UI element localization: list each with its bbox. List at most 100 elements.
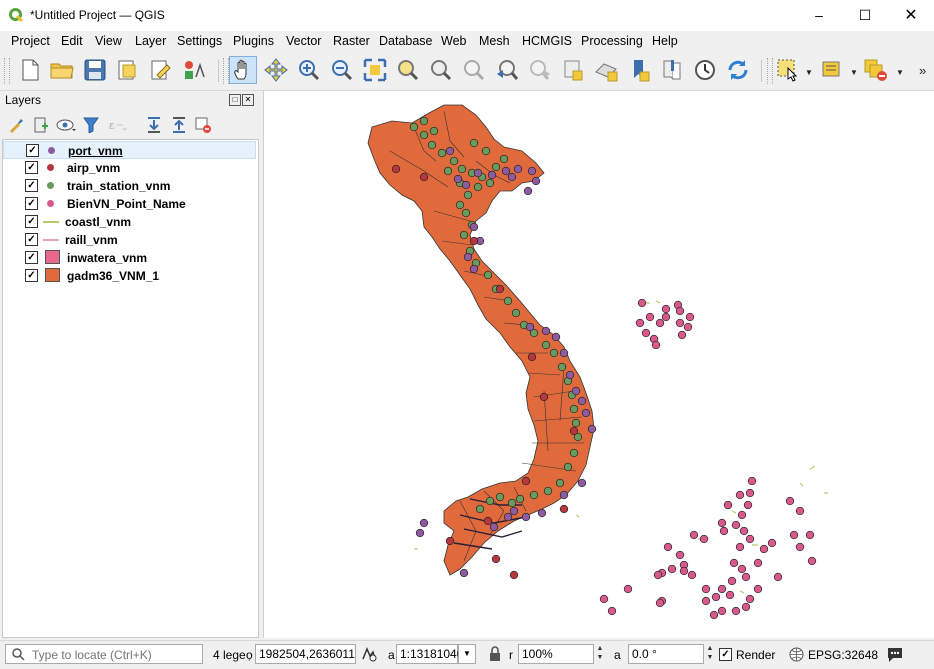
layer-visibility-checkbox[interactable]: ✓ — [25, 233, 38, 246]
close-button[interactable]: ✕ — [888, 0, 934, 31]
layer-row-gadm36-vnm-1[interactable]: ✓ gadm36_VNM_1 — [3, 267, 256, 285]
island-point-marker — [785, 496, 795, 506]
add-group-icon[interactable] — [31, 115, 51, 135]
port-point-marker — [487, 170, 497, 180]
menu-database[interactable]: Database — [379, 34, 433, 48]
pan-to-selection-icon[interactable] — [262, 56, 290, 84]
map-tips-icon[interactable] — [658, 56, 686, 84]
island-point-marker — [675, 306, 685, 316]
close-panel-icon[interactable]: ✕ — [242, 94, 254, 106]
island-point-marker — [711, 592, 721, 602]
island-point-marker — [745, 594, 755, 604]
filter-by-expression-icon[interactable]: ε — [108, 115, 128, 135]
zoom-full-icon[interactable] — [361, 56, 389, 84]
zoom-out-icon[interactable] — [328, 56, 356, 84]
globe-icon[interactable] — [789, 647, 804, 662]
train-point-marker — [449, 156, 459, 166]
layer-row-airp-vnm[interactable]: ✓ airp_vnm — [3, 159, 256, 177]
port-point-marker — [527, 166, 537, 176]
menu-view[interactable]: View — [95, 34, 122, 48]
minimize-button[interactable]: – — [796, 0, 842, 31]
save-project-icon[interactable] — [81, 56, 109, 84]
layout-manager-icon[interactable] — [147, 56, 175, 84]
zoom-to-selection-icon[interactable] — [394, 56, 422, 84]
menu-processing[interactable]: Processing — [581, 34, 643, 48]
crs-label[interactable]: EPSG:32648 — [808, 648, 878, 662]
new-print-layout-icon[interactable] — [114, 56, 142, 84]
render-checkbox[interactable]: ✓ — [719, 648, 732, 661]
toolbar-overflow-icon[interactable]: » — [919, 63, 926, 78]
collapse-all-icon[interactable] — [169, 115, 189, 135]
locator-box[interactable] — [5, 644, 203, 664]
new-project-icon[interactable] — [16, 56, 44, 84]
new-bookmark-icon[interactable] — [559, 56, 587, 84]
coordinate-field[interactable]: 1982504,2636011 — [255, 644, 356, 664]
toolbar-grip[interactable] — [4, 58, 10, 84]
show-bookmarks-icon[interactable] — [592, 56, 620, 84]
magnifier-field[interactable]: 100% — [518, 644, 594, 664]
layer-visibility-checkbox[interactable]: ✓ — [25, 215, 38, 228]
zoom-to-layer-icon[interactable] — [427, 56, 455, 84]
menu-settings[interactable]: Settings — [177, 34, 222, 48]
deselect-features-icon[interactable] — [862, 56, 890, 84]
layer-row-bienvn-point-name[interactable]: ✓ BienVN_Point_Name — [3, 195, 256, 213]
temporal-controller-icon[interactable] — [691, 56, 719, 84]
pan-map-icon[interactable] — [229, 56, 257, 84]
messages-icon[interactable] — [886, 646, 904, 663]
float-panel-icon[interactable]: □ — [229, 94, 241, 106]
refresh-icon[interactable] — [724, 56, 752, 84]
menu-hcmgis[interactable]: HCMGIS — [522, 34, 572, 48]
zoom-last-icon[interactable] — [493, 56, 521, 84]
menu-plugins[interactable]: Plugins — [233, 34, 274, 48]
layer-visibility-checkbox[interactable]: ✓ — [25, 161, 38, 174]
remove-layer-icon[interactable] — [193, 115, 213, 135]
menu-raster[interactable]: Raster — [333, 34, 370, 48]
menu-layer[interactable]: Layer — [135, 34, 166, 48]
layer-visibility-checkbox[interactable]: ✓ — [25, 179, 38, 192]
layer-visibility-checkbox[interactable]: ✓ — [25, 251, 38, 264]
layer-visibility-checkbox[interactable]: ✓ — [25, 197, 38, 210]
map-canvas[interactable] — [263, 91, 934, 638]
scale-field[interactable]: 1:13181040 — [396, 644, 463, 664]
toolbar-grip[interactable] — [767, 58, 773, 84]
select-by-value-icon[interactable] — [818, 56, 846, 84]
menu-web[interactable]: Web — [441, 34, 466, 48]
layer-row-coastl-vnm[interactable]: ✓ coastl_vnm — [3, 213, 256, 231]
train-point-marker — [569, 448, 579, 458]
zoom-next-icon[interactable] — [526, 56, 554, 84]
open-layer-styling-icon[interactable] — [6, 115, 26, 135]
expand-all-icon[interactable] — [144, 115, 164, 135]
manage-map-themes-icon[interactable] — [56, 115, 76, 135]
open-project-icon[interactable] — [48, 56, 76, 84]
rotation-field[interactable]: 0.0 ° — [628, 644, 704, 664]
layer-row-port-vnm[interactable]: ✓ port_vnm — [3, 141, 256, 159]
menu-project[interactable]: Project — [11, 34, 50, 48]
qgis-logo-icon — [9, 8, 23, 22]
scale-dropdown-icon[interactable]: ▼ — [458, 644, 476, 664]
menu-mesh[interactable]: Mesh — [479, 34, 510, 48]
style-manager-icon[interactable] — [180, 56, 208, 84]
layer-visibility-checkbox[interactable]: ✓ — [26, 144, 39, 157]
lock-scale-icon[interactable] — [488, 646, 502, 662]
menu-edit[interactable]: Edit — [61, 34, 83, 48]
spatial-bookmark-icon[interactable] — [625, 56, 653, 84]
menu-vector[interactable]: Vector — [286, 34, 321, 48]
locate-input[interactable] — [30, 647, 202, 663]
select-features-dropdown-icon[interactable]: ▼ — [805, 68, 813, 77]
maximize-button[interactable]: ☐ — [842, 0, 888, 31]
rotation-spin-icon[interactable]: ▲ ▼ — [704, 644, 716, 664]
zoom-native-icon[interactable] — [460, 56, 488, 84]
select-by-value-dropdown-icon[interactable]: ▼ — [850, 68, 858, 77]
zoom-in-icon[interactable] — [295, 56, 323, 84]
select-features-icon[interactable] — [774, 56, 802, 84]
magnifier-spin-icon[interactable]: ▲ ▼ — [594, 644, 606, 664]
menu-help[interactable]: Help — [652, 34, 678, 48]
layer-row-raill-vnm[interactable]: ✓ raill_vnm — [3, 231, 256, 249]
layer-row-inwatera-vnm[interactable]: ✓ inwatera_vnm — [3, 249, 256, 267]
extents-toggle-icon[interactable] — [361, 646, 377, 662]
island-point-marker — [745, 534, 755, 544]
layer-row-train-station-vnm[interactable]: ✓ train_station_vnm — [3, 177, 256, 195]
deselect-dropdown-icon[interactable]: ▼ — [896, 68, 904, 77]
layer-visibility-checkbox[interactable]: ✓ — [25, 269, 38, 282]
filter-legend-icon[interactable] — [81, 115, 101, 135]
